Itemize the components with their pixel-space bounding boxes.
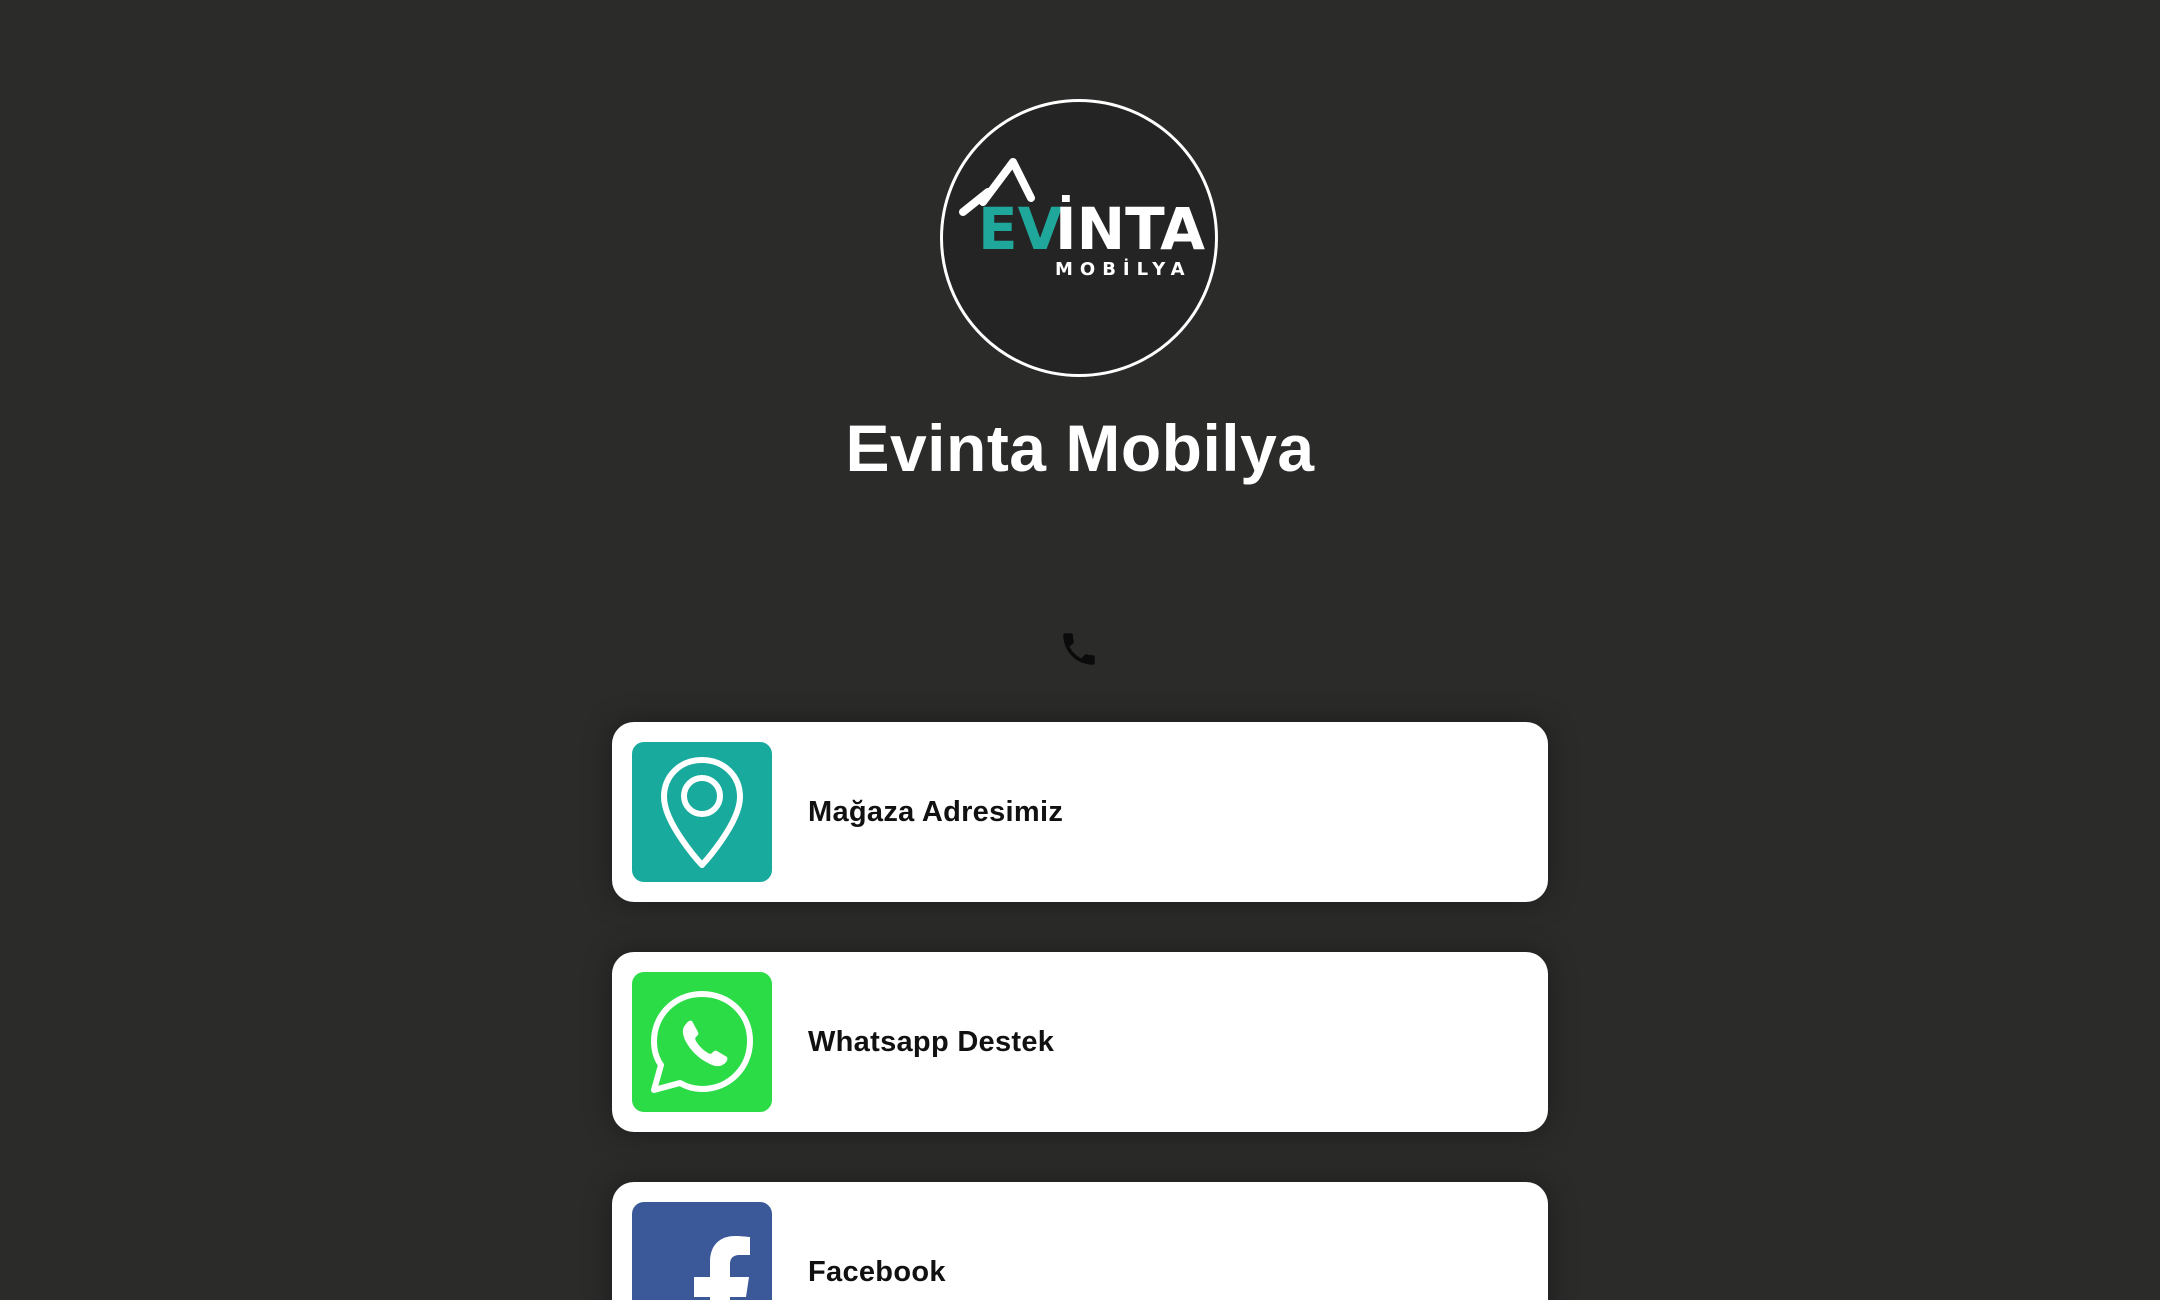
- link-card-whatsapp[interactable]: Whatsapp Destek: [612, 952, 1548, 1132]
- link-label: Mağaza Adresimiz: [808, 796, 1064, 828]
- linktree-page: EV İNTA MOBİLYA Evinta Mobilya Mağaza Ad…: [0, 0, 2160, 1300]
- evinta-logo: EV İNTA MOBİLYA: [959, 158, 1205, 280]
- phone-icon[interactable]: [1058, 628, 1100, 670]
- link-card-facebook[interactable]: Facebook: [612, 1182, 1548, 1300]
- profile-name: Evinta Mobilya: [845, 411, 1315, 485]
- link-card-store-address[interactable]: Mağaza Adresimiz: [612, 722, 1548, 902]
- profile-avatar-logo: EV İNTA MOBİLYA: [940, 99, 1218, 377]
- link-label: Whatsapp Destek: [808, 1026, 1055, 1058]
- logo-brand-part-1: EV: [978, 195, 1063, 263]
- location-pin-icon: [632, 742, 772, 882]
- logo-subtitle: MOBİLYA: [1055, 258, 1192, 280]
- logo-brand-part-2: İNTA: [1055, 194, 1205, 263]
- whatsapp-icon: [632, 972, 772, 1112]
- link-label: Facebook: [808, 1256, 946, 1288]
- facebook-icon: [632, 1202, 772, 1300]
